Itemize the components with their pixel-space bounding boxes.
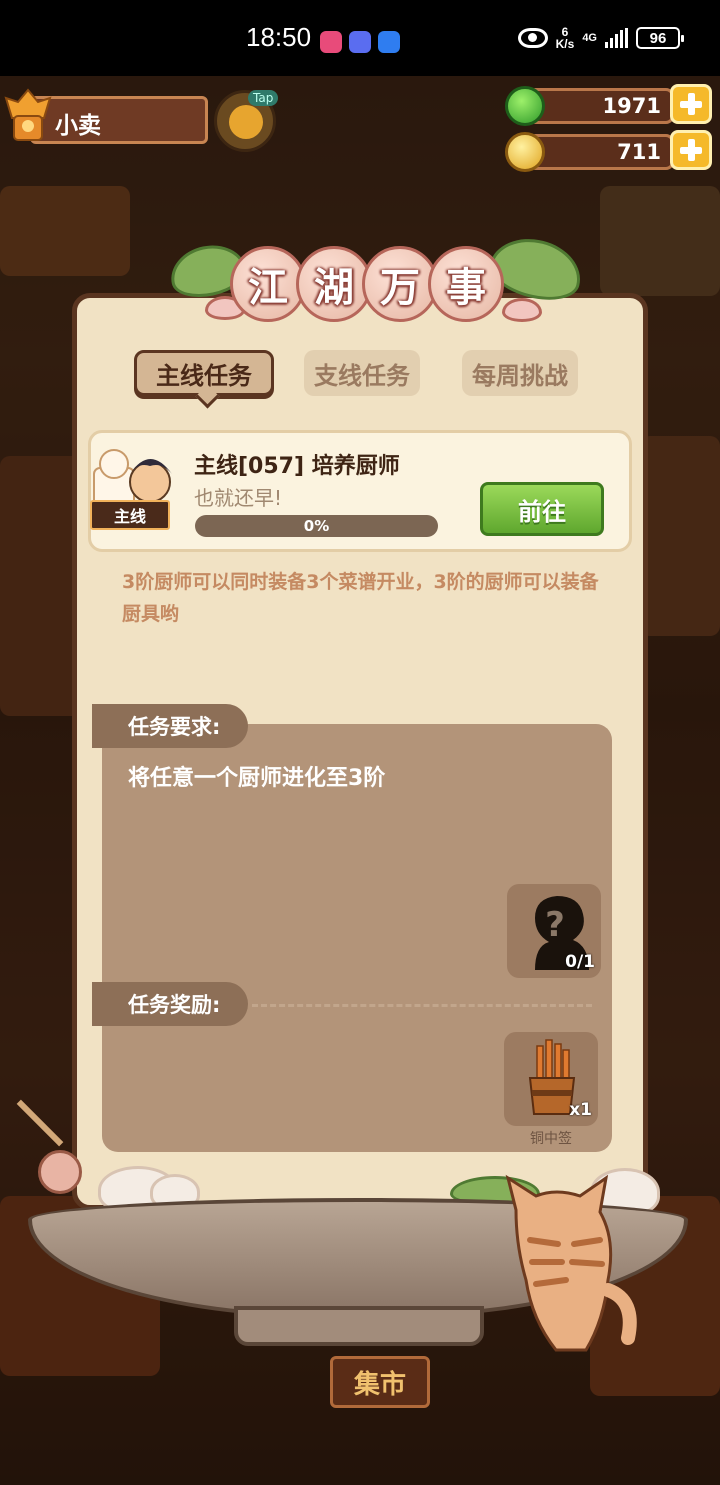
notification-app-icon [349,31,371,53]
tab-main-quests[interactable]: 主线任务 [134,350,274,396]
bowl-base-decoration [234,1306,484,1346]
quest-title: 主线[057] 培养厨师 [194,454,400,479]
jade-currency-bar: 1971 [528,88,674,124]
network-speed-unit: K/s [555,37,575,51]
coin-amount: 711 [617,140,661,164]
title-char: 江 [230,246,306,322]
panel-title: 江 湖 万 事 [230,246,504,326]
notification-app-icon [320,31,342,53]
reward-label: 任务奖励: [92,982,248,1026]
add-coins-button[interactable] [670,130,712,170]
quest-subtitle: 也就还早! [194,486,283,510]
coin-currency-bar: 711 [528,134,674,170]
coin-icon [505,132,545,172]
notification-app-icon [378,31,400,53]
jade-icon [505,86,545,126]
jade-amount: 1971 [602,94,661,118]
quest-progress-bar: 0% [195,515,438,537]
market-sign[interactable]: 集市 [330,1356,430,1408]
reward-item-name: 铜中签 [530,1131,572,1147]
cat-mascot-decoration [505,1174,637,1352]
fishball-skewer-decoration [38,1150,82,1194]
tab-weekly-challenge[interactable]: 每周挑战 [462,350,578,396]
reward-count: x1 [569,1100,592,1120]
battery-level: 96 [649,29,667,47]
status-bar: 18:50 6 K/s 4G 96 [0,0,720,76]
quest-description: 3阶厨师可以同时装备3个菜谱开业，3阶的厨师可以装备厨具哟 [122,571,599,625]
clock: 18:50 [246,22,312,52]
add-jade-button[interactable] [670,84,712,124]
reward-slot[interactable]: x1 [504,1032,598,1126]
player-name: 小卖 [55,113,101,139]
main-quest-tag: 主线 [90,500,170,530]
network-type: 4G [582,32,597,44]
title-char: 事 [428,246,504,322]
signal-bars-icon [605,28,628,48]
player-rank-icon[interactable] [4,88,52,144]
title-char: 湖 [296,246,372,322]
requirement-count: 0/1 [565,952,595,972]
battery-icon: 96 [636,27,684,49]
section-divider [252,1004,592,1007]
game-screen: { "status_bar": { "time": "18:50", "spee… [0,0,720,1485]
smiley-icon [229,105,263,139]
network-speed: 6 K/s [556,26,575,50]
eye-comfort-icon [517,28,548,48]
title-char: 万 [362,246,438,322]
status-indicators: 6 K/s 4G 96 [517,26,684,50]
tap-hint: Tap [248,90,279,106]
requirement-slot[interactable]: ? 0/1 [507,884,601,978]
quest-progress-text: 0% [303,517,330,535]
svg-text:?: ? [545,905,565,945]
requirement-text: 将任意一个厨师进化至3阶 [128,766,386,791]
go-button[interactable]: 前往 [480,482,604,536]
requirement-label: 任务要求: [92,704,248,748]
player-name-box[interactable]: 小卖 [30,96,208,144]
fishcake-decoration [502,298,542,322]
tab-side-quests[interactable]: 支线任务 [304,350,420,396]
